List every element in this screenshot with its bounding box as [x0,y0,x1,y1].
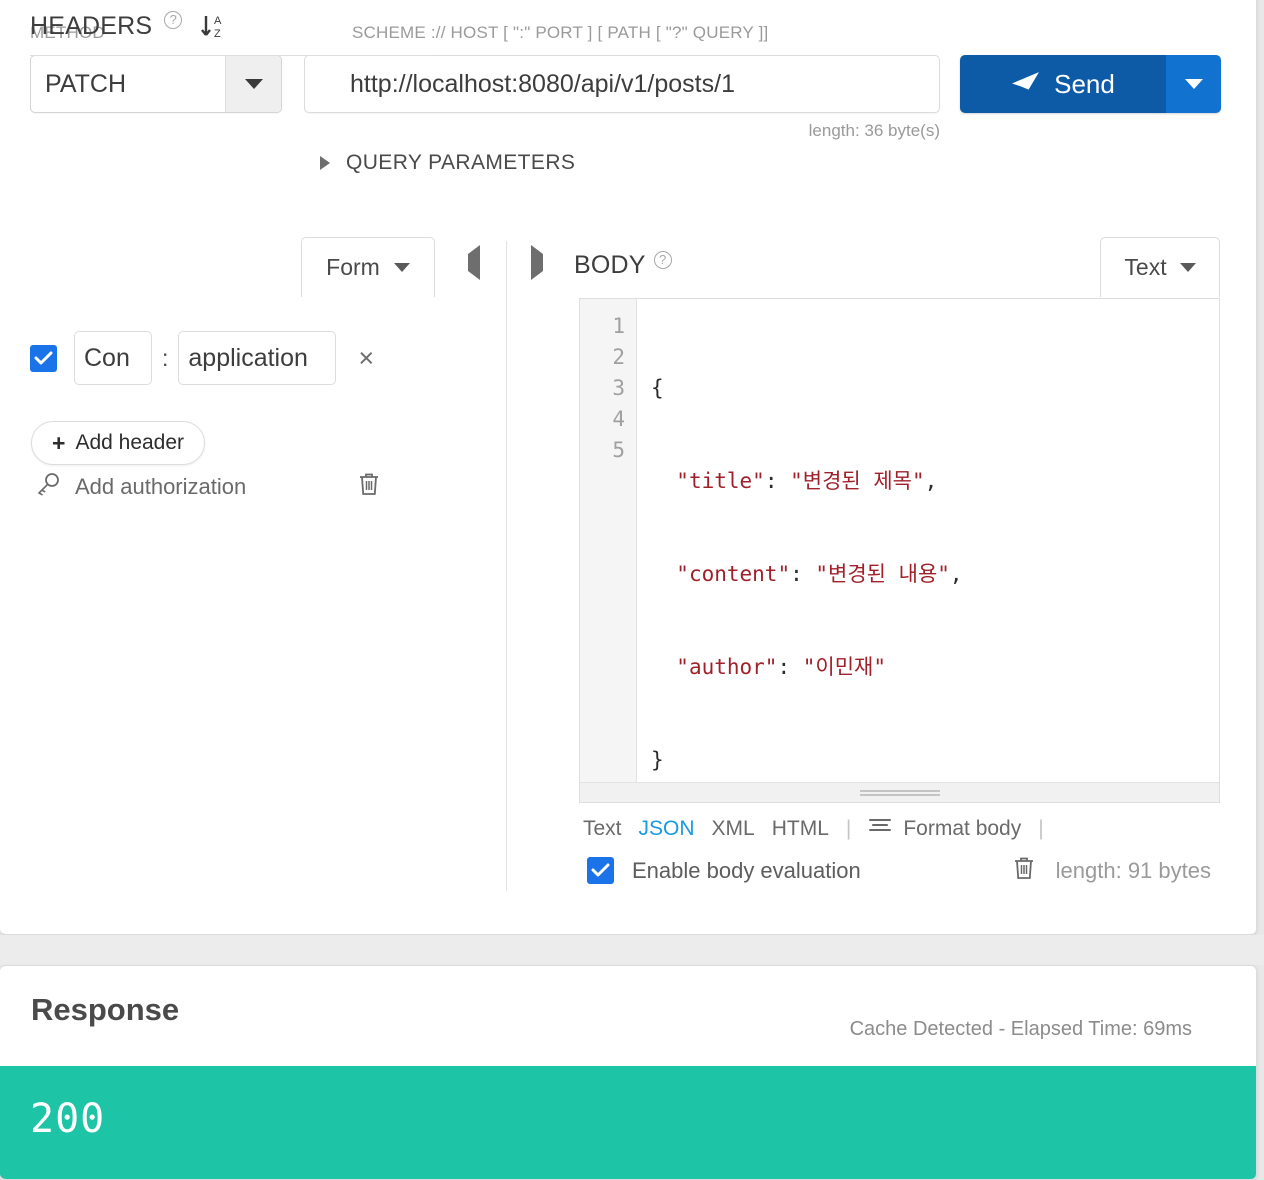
panel-divider [506,241,507,891]
scrollbar-thumb[interactable] [859,789,940,796]
code-line: "title": "변경된 제목", [676,469,938,493]
method-dropdown-button[interactable] [225,56,281,112]
method-select[interactable]: PATCH [30,55,282,113]
headers-underline [30,55,434,56]
header-enabled-checkbox[interactable] [30,344,57,372]
send-button-group[interactable]: Send [960,55,1221,113]
format-tab-html[interactable]: HTML [772,817,829,841]
headers-mode-dropdown[interactable]: Form [301,237,435,297]
headers-title-row: HEADERS ? A Z [30,11,228,41]
body-evaluation-row: Enable body evaluation length: 91 bytes [587,855,1211,886]
paper-plane-icon [1011,71,1040,98]
response-status-banner: 200 [0,1066,1256,1179]
response-meta: Cache Detected - Elapsed Time: 69ms [849,1018,1192,1040]
delete-authorization-icon[interactable] [357,471,381,502]
body-editor-main: 1 2 3 4 5 { "title": "변경된 제목", "content"… [580,299,1219,782]
send-options-button[interactable] [1166,55,1221,113]
key-icon[interactable] [36,472,61,502]
body-title-row: BODY ? [574,251,672,280]
header-row: Con : application × [30,331,374,385]
line-number-gutter: 1 2 3 4 5 [580,299,637,782]
status-code: 200 [30,1096,106,1142]
url-length-text: length: 36 byte(s) [808,121,940,140]
toolbar-separator: | [845,817,852,840]
help-icon[interactable]: ? [653,251,672,269]
header-value-input[interactable]: application [178,331,337,385]
url-label: SCHEME :// HOST [ ":" PORT ] [ PATH [ "?… [352,23,769,42]
format-tab-xml[interactable]: XML [712,817,755,841]
plus-icon: + [52,429,66,456]
code-line: "content": "변경된 내용", [676,562,963,586]
add-header-label: Add header [75,431,185,454]
card-gap [0,935,1264,965]
headers-mode-label: Form [326,254,380,280]
svg-text:Z: Z [214,28,221,40]
format-body-label: Format body [903,817,1022,840]
svg-text:A: A [214,15,222,27]
response-title: Response [31,992,180,1027]
clear-body-icon[interactable] [1012,855,1036,886]
response-header: Response Cache Detected - Elapsed Time: … [0,966,1256,1066]
format-tab-text[interactable]: Text [583,817,622,841]
format-lines-icon [868,817,892,841]
remove-header-icon[interactable]: × [358,344,374,372]
body-length-text: length: 91 bytes [1055,857,1211,883]
add-header-button[interactable]: + Add header [31,421,206,465]
line-number: 3 [612,376,625,400]
body-mode-dropdown[interactable]: Text [1100,237,1220,297]
code-line: } [651,748,664,772]
body-format-toolbar: Text JSON XML HTML | Format body | [583,817,1044,841]
send-button[interactable]: Send [960,55,1166,113]
line-number: 1 [612,314,625,338]
chevron-down-icon [1184,79,1203,89]
enable-body-evaluation-label[interactable]: Enable body evaluation [632,858,861,884]
expand-body-panel-button[interactable] [531,245,543,280]
body-title: BODY [574,251,646,279]
chevron-down-icon [244,79,263,89]
send-label: Send [1054,68,1115,99]
format-tab-json[interactable]: JSON [639,817,695,841]
body-mode-label: Text [1124,254,1167,280]
body-editor: 1 2 3 4 5 { "title": "변경된 제목", "content"… [579,298,1220,803]
method-value[interactable]: PATCH [31,56,225,112]
enable-body-evaluation-checkbox[interactable] [587,857,614,884]
line-number: 4 [612,407,625,431]
collapse-headers-panel-button[interactable] [468,245,480,280]
line-number: 2 [612,345,625,369]
request-card: METHOD PATCH SCHEME :// HOST [ ":" PORT … [0,0,1257,935]
headers-title: HEADERS [30,11,153,40]
code-line: { [651,376,664,400]
triangle-left-icon [468,245,480,280]
url-input[interactable]: http://localhost:8080/api/v1/posts/1 [304,55,940,113]
query-parameters-label: QUERY PARAMETERS [346,151,576,174]
body-code-input[interactable]: { "title": "변경된 제목", "content": "변경된 내용"… [637,299,1219,782]
triangle-right-icon [320,156,330,170]
chevron-down-icon [393,263,410,272]
help-icon[interactable]: ? [164,11,183,29]
sort-alpha-icon[interactable]: A Z [198,11,228,41]
line-number: 5 [612,438,625,462]
header-name-input[interactable]: Con [74,331,152,385]
response-card: Response Cache Detected - Elapsed Time: … [0,965,1257,1180]
add-authorization-label[interactable]: Add authorization [75,474,246,500]
query-parameters-toggle[interactable]: QUERY PARAMETERS [320,151,575,175]
toolbar-separator: | [1038,817,1044,840]
header-separator: : [162,344,169,371]
code-line: "author": "이민재" [676,655,886,679]
triangle-right-icon [531,245,543,280]
body-editor-horizontal-scrollbar[interactable] [580,782,1219,802]
format-body-button[interactable]: Format body [868,817,1021,841]
add-authorization-row: Add authorization [36,471,381,502]
chevron-down-icon [1179,263,1196,272]
